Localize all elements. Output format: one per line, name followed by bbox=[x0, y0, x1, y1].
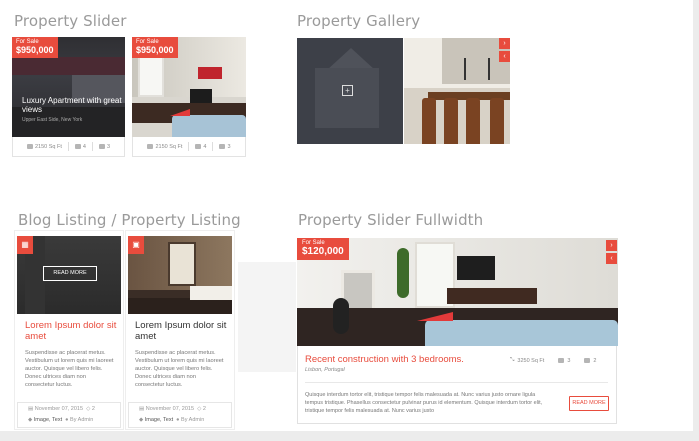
gallery-prev-button[interactable]: ‹ bbox=[499, 51, 510, 62]
area-icon bbox=[26, 144, 33, 149]
fullwidth-property-meta: ⤡ 3250 Sq Ft 3 2 bbox=[510, 357, 596, 364]
sale-price: $120,000 bbox=[302, 246, 344, 257]
property-meta-bar: 2150 Sq Ft 4 3 bbox=[132, 137, 246, 157]
post-tags[interactable]: Image, Text bbox=[145, 417, 173, 423]
background-shape bbox=[238, 262, 296, 372]
property-slide-2[interactable]: For Sale $950,000 bbox=[132, 37, 246, 137]
post-date: November 07, 2015 bbox=[34, 406, 84, 412]
bed-icon bbox=[558, 358, 565, 363]
area-value: 2150 Sq Ft bbox=[34, 143, 62, 150]
sale-price: $950,000 bbox=[136, 45, 174, 55]
property-slide-1[interactable]: For Sale $950,000 Luxury Apartment with … bbox=[12, 37, 125, 137]
sale-tag: For Sale $950,000 bbox=[132, 37, 178, 58]
post-date: November 07, 2015 bbox=[145, 406, 195, 412]
document-icon: ▦ bbox=[17, 236, 33, 254]
post-tags[interactable]: Image, Text bbox=[34, 417, 62, 423]
blog-post-meta: ▤ November 07, 2015 ◇ 2 ◆ Image, Text ● … bbox=[128, 402, 232, 428]
fullwidth-next-button[interactable]: › bbox=[606, 240, 617, 251]
blog-post-meta: ▤ November 07, 2015 ◇ 2 ◆ Image, Text ● … bbox=[17, 402, 121, 428]
area-icon: ⤡ bbox=[510, 357, 515, 363]
calendar-icon: ▤ bbox=[28, 406, 35, 412]
fullwidth-property-title[interactable]: Recent construction with 3 bedrooms. bbox=[305, 354, 464, 365]
comment-count[interactable]: 2 bbox=[92, 406, 95, 412]
fullwidth-prev-button[interactable]: ‹ bbox=[606, 253, 617, 264]
slide-title[interactable]: Luxury Apartment with great views bbox=[22, 96, 122, 114]
beds-value: 4 bbox=[203, 143, 207, 150]
beds-value: 3 bbox=[567, 357, 571, 364]
section-title-property-slider: Property Slider bbox=[14, 12, 127, 30]
read-more-button[interactable]: READ MORE bbox=[569, 396, 609, 411]
property-meta-bar: 2150 Sq Ft 4 3 bbox=[12, 137, 125, 157]
gallery-next-button[interactable]: › bbox=[499, 38, 510, 49]
gallery-image-1[interactable]: + bbox=[297, 38, 403, 144]
post-author[interactable]: By Admin bbox=[181, 417, 204, 423]
blog-post-title[interactable]: Lorem Ipsum dolor sit amet bbox=[135, 320, 231, 342]
blog-image-1[interactable]: ▦ READ MORE bbox=[17, 236, 121, 314]
bottom-strip bbox=[0, 431, 699, 441]
bath-icon bbox=[98, 144, 105, 149]
area-value: 3250 Sq Ft bbox=[517, 357, 545, 364]
blog-post-title[interactable]: Lorem Ipsum dolor sit amet bbox=[25, 320, 121, 342]
divider bbox=[305, 382, 608, 383]
bed-icon bbox=[74, 144, 81, 149]
film-icon: ▣ bbox=[128, 236, 144, 254]
baths-value: 3 bbox=[106, 143, 111, 150]
bed-icon bbox=[195, 144, 202, 149]
zoom-plus-icon[interactable]: + bbox=[342, 85, 353, 96]
section-title-property-gallery: Property Gallery bbox=[297, 12, 421, 30]
area-icon bbox=[147, 144, 154, 149]
read-more-label: READ MORE bbox=[53, 270, 87, 276]
blog-post-excerpt: Suspendisse ac placerat metus. Vestibulu… bbox=[135, 350, 224, 388]
post-author[interactable]: By Admin bbox=[70, 417, 93, 423]
bath-icon bbox=[219, 144, 226, 149]
slide-subtitle: Upper East Side, New York bbox=[22, 117, 83, 123]
baths-value: 3 bbox=[227, 143, 231, 150]
blog-image-2[interactable]: ▣ bbox=[128, 236, 232, 314]
sale-price: $950,000 bbox=[16, 45, 54, 55]
read-more-overlay-button[interactable]: READ MORE bbox=[43, 266, 97, 281]
comment-count[interactable]: 2 bbox=[203, 406, 206, 412]
section-title-slider-fullwidth: Property Slider Fullwidth bbox=[298, 211, 484, 229]
area-value: 2150 Sq Ft bbox=[155, 143, 183, 150]
calendar-icon: ▤ bbox=[139, 406, 146, 412]
fullwidth-property-description: Quisque interdum tortor elit, tristique … bbox=[305, 392, 543, 414]
beds-value: 4 bbox=[82, 143, 86, 150]
gallery-image-2[interactable] bbox=[404, 38, 510, 144]
bath-icon bbox=[584, 358, 591, 363]
sale-tag: For Sale $120,000 bbox=[297, 238, 349, 260]
fullwidth-property-location: Lisbon, Portugal bbox=[305, 367, 345, 373]
sale-tag: For Sale $950,000 bbox=[12, 37, 58, 58]
baths-value: 2 bbox=[593, 357, 597, 364]
section-title-blog-listing: Blog Listing / Property Listing bbox=[18, 211, 241, 229]
blog-post-excerpt: Suspendisse ac placerat metus. Vestibulu… bbox=[25, 350, 114, 388]
